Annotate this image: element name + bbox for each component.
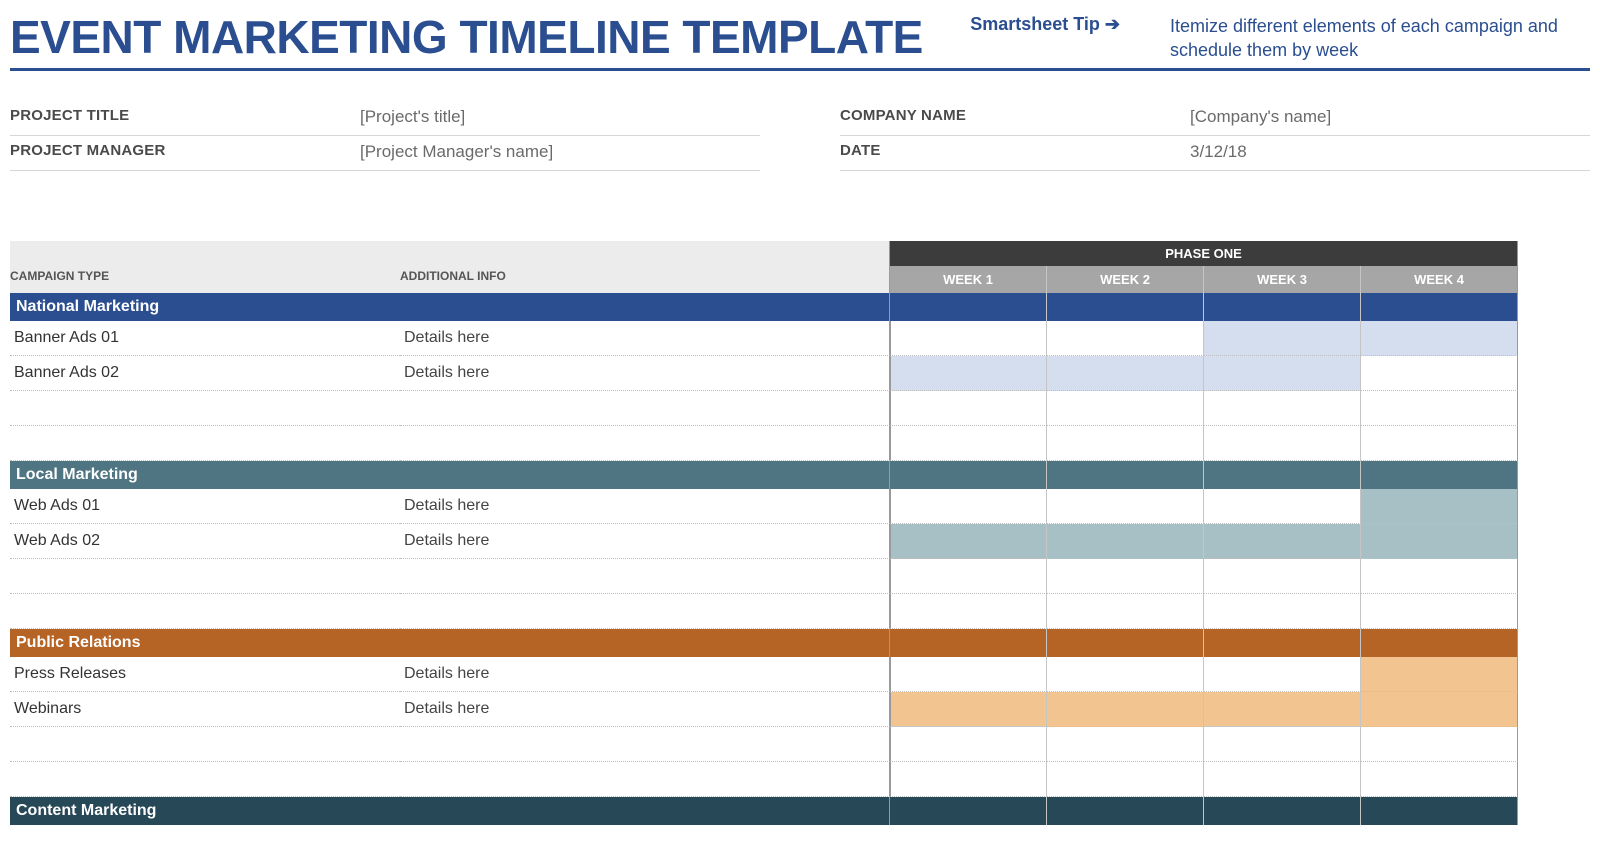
week-cell[interactable]: [1047, 489, 1204, 524]
meta-company-name-label: COMPANY NAME: [840, 107, 1190, 127]
campaign-cell[interactable]: [10, 594, 400, 629]
week-cell[interactable]: [1361, 727, 1518, 762]
col-week-4: WEEK 4: [1361, 266, 1518, 293]
phase-one: PHASE ONE: [890, 241, 1518, 266]
campaign-cell[interactable]: Web Ads 01: [10, 489, 400, 524]
meta-project-title-value[interactable]: [Project's title]: [360, 107, 465, 127]
week-cell[interactable]: [890, 321, 1047, 356]
week-cell[interactable]: [1204, 426, 1361, 461]
week-cell[interactable]: [1047, 321, 1204, 356]
week-cell[interactable]: [1047, 559, 1204, 594]
meta-company-name-value[interactable]: [Company's name]: [1190, 107, 1331, 127]
category-content-marketing: Content Marketing: [10, 797, 890, 825]
week-cell[interactable]: [1204, 391, 1361, 426]
week-cell[interactable]: [1361, 356, 1518, 391]
campaign-cell[interactable]: Webinars: [10, 692, 400, 727]
week-cell[interactable]: [1204, 657, 1361, 692]
info-cell[interactable]: Details here: [400, 692, 890, 727]
week-cell[interactable]: [890, 391, 1047, 426]
meta-project-manager-label: PROJECT MANAGER: [10, 142, 360, 162]
info-cell[interactable]: Details here: [400, 524, 890, 559]
campaign-cell[interactable]: [10, 762, 400, 797]
col-week-3: WEEK 3: [1204, 266, 1361, 293]
week-cell[interactable]: [1204, 559, 1361, 594]
meta-date-label: DATE: [840, 142, 1190, 162]
col-additional-info: ADDITIONAL INFO: [400, 241, 890, 293]
week-cell[interactable]: [890, 524, 1047, 559]
category-local-marketing: Local Marketing: [10, 461, 890, 489]
header-bar: EVENT MARKETING TIMELINE TEMPLATE Smarts…: [10, 0, 1590, 71]
week-cell[interactable]: [1204, 489, 1361, 524]
info-cell[interactable]: Details here: [400, 321, 890, 356]
page-title: EVENT MARKETING TIMELINE TEMPLATE: [10, 10, 930, 64]
week-cell[interactable]: [1047, 594, 1204, 629]
info-cell[interactable]: [400, 559, 890, 594]
tip-label[interactable]: Smartsheet Tip ➔: [970, 14, 1120, 35]
meta-project-manager-value[interactable]: [Project Manager's name]: [360, 142, 553, 162]
week-cell[interactable]: [1047, 426, 1204, 461]
campaign-cell[interactable]: [10, 727, 400, 762]
week-cell[interactable]: [890, 594, 1047, 629]
week-cell[interactable]: [890, 559, 1047, 594]
week-cell[interactable]: [1361, 657, 1518, 692]
week-cell[interactable]: [1047, 356, 1204, 391]
campaign-cell[interactable]: [10, 559, 400, 594]
week-cell[interactable]: [890, 356, 1047, 391]
info-cell[interactable]: [400, 391, 890, 426]
meta-project-title-label: PROJECT TITLE: [10, 107, 360, 127]
campaign-cell[interactable]: Banner Ads 01: [10, 321, 400, 356]
week-cell[interactable]: [1204, 727, 1361, 762]
week-cell[interactable]: [1204, 762, 1361, 797]
info-cell[interactable]: [400, 727, 890, 762]
week-cell[interactable]: [1047, 657, 1204, 692]
campaign-cell[interactable]: Web Ads 02: [10, 524, 400, 559]
week-cell[interactable]: [1361, 391, 1518, 426]
col-week-1: WEEK 1: [890, 266, 1047, 293]
info-cell[interactable]: [400, 594, 890, 629]
week-cell[interactable]: [1047, 762, 1204, 797]
campaign-cell[interactable]: Press Releases: [10, 657, 400, 692]
campaign-cell[interactable]: Banner Ads 02: [10, 356, 400, 391]
week-cell[interactable]: [1204, 692, 1361, 727]
col-campaign-type: CAMPAIGN TYPE: [10, 241, 400, 293]
week-cell[interactable]: [890, 727, 1047, 762]
campaign-cell[interactable]: [10, 426, 400, 461]
week-cell[interactable]: [1361, 594, 1518, 629]
category-national-marketing: National Marketing: [10, 293, 890, 321]
col-week-2: WEEK 2: [1047, 266, 1204, 293]
campaign-cell[interactable]: [10, 391, 400, 426]
category-public-relations: Public Relations: [10, 629, 890, 657]
week-cell[interactable]: [1361, 692, 1518, 727]
info-cell[interactable]: Details here: [400, 356, 890, 391]
info-cell[interactable]: [400, 426, 890, 461]
week-cell[interactable]: [1047, 692, 1204, 727]
week-cell[interactable]: [1047, 727, 1204, 762]
week-cell[interactable]: [890, 426, 1047, 461]
week-cell[interactable]: [1047, 524, 1204, 559]
week-cell[interactable]: [890, 762, 1047, 797]
timeline-grid: CAMPAIGN TYPEADDITIONAL INFOPHASE ONEWEE…: [10, 241, 1590, 825]
info-cell[interactable]: Details here: [400, 489, 890, 524]
week-cell[interactable]: [1204, 524, 1361, 559]
tip-text: Itemize different elements of each campa…: [1170, 14, 1590, 63]
week-cell[interactable]: [1047, 391, 1204, 426]
week-cell[interactable]: [890, 657, 1047, 692]
week-cell[interactable]: [1361, 489, 1518, 524]
info-cell[interactable]: [400, 762, 890, 797]
week-cell[interactable]: [1204, 356, 1361, 391]
week-cell[interactable]: [1204, 321, 1361, 356]
week-cell[interactable]: [1361, 559, 1518, 594]
week-cell[interactable]: [890, 692, 1047, 727]
meta-block: PROJECT TITLE [Project's title] PROJECT …: [10, 101, 1590, 171]
week-cell[interactable]: [1361, 321, 1518, 356]
week-cell[interactable]: [1361, 524, 1518, 559]
meta-date-value[interactable]: 3/12/18: [1190, 142, 1247, 162]
week-cell[interactable]: [1361, 762, 1518, 797]
week-cell[interactable]: [1361, 426, 1518, 461]
week-cell[interactable]: [890, 489, 1047, 524]
week-cell[interactable]: [1204, 594, 1361, 629]
info-cell[interactable]: Details here: [400, 657, 890, 692]
